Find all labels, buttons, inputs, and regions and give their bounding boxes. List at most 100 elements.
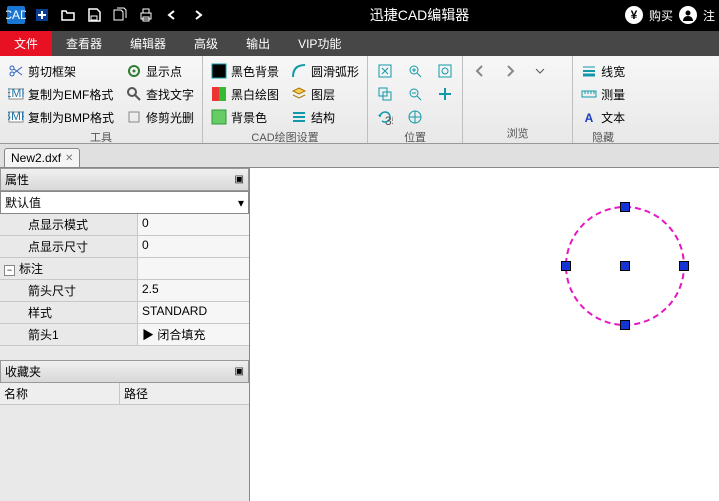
zoom-extents-icon: [377, 63, 393, 79]
svg-text:A: A: [585, 111, 594, 125]
hide-lineweight[interactable]: 线宽: [579, 60, 627, 82]
tool-show-points[interactable]: 显示点: [124, 60, 196, 82]
close-tab-icon[interactable]: ✕: [65, 153, 73, 164]
prop-label: 箭头1: [0, 324, 138, 345]
document-tab[interactable]: New2.dxf ✕: [4, 148, 80, 167]
bw-icon: [211, 86, 227, 102]
pos-btn-5[interactable]: [404, 83, 426, 105]
chevron-down-icon: [532, 63, 548, 79]
hide-measure[interactable]: 测量: [579, 83, 627, 105]
login-link[interactable]: 注: [703, 7, 715, 24]
properties-panel-header[interactable]: 属性 ▣: [0, 168, 249, 191]
lineweight-icon: [581, 63, 597, 79]
ribbon-group-hide-label: 隐藏: [579, 128, 627, 145]
prop-label: 点显示尺寸: [0, 236, 138, 257]
open-icon[interactable]: [56, 3, 80, 27]
svg-text:CAD: CAD: [6, 8, 26, 22]
svg-text:EMF: EMF: [8, 86, 24, 100]
collapse-icon[interactable]: −: [4, 265, 15, 276]
pos-btn-3[interactable]: 35: [374, 106, 396, 128]
undo-icon[interactable]: [160, 3, 184, 27]
drawing-canvas[interactable]: [250, 168, 719, 501]
buy-link[interactable]: 购买: [649, 7, 673, 24]
emf-icon: EMF: [8, 86, 24, 102]
grip-right[interactable]: [679, 261, 689, 271]
pin-icon[interactable]: ▣: [235, 366, 244, 377]
pos-btn-7[interactable]: [434, 60, 456, 82]
zoom-window-icon: [377, 86, 393, 102]
pos-btn-4[interactable]: [404, 60, 426, 82]
bgcolor-icon: [211, 109, 227, 125]
nav-dropdown[interactable]: [529, 60, 551, 82]
ribbon: 剪切框架 EMF复制为EMF格式 BMP复制为BMP格式 显示点 查找文字 修剪…: [0, 56, 719, 144]
tool-copy-emf[interactable]: EMF复制为EMF格式: [6, 83, 116, 105]
redo-icon[interactable]: [186, 3, 210, 27]
zoom-in-icon: [407, 63, 423, 79]
menu-file[interactable]: 文件: [0, 31, 52, 56]
cad-layers[interactable]: 图层: [289, 83, 361, 105]
nav-prev[interactable]: [469, 60, 491, 82]
properties-default-dropdown[interactable]: 默认值 ▾: [0, 191, 249, 214]
prop-value[interactable]: ▶ 闭合填充: [138, 324, 249, 345]
grip-bottom[interactable]: [620, 320, 630, 330]
tool-copy-bmp[interactable]: BMP复制为BMP格式: [6, 106, 116, 128]
tool-crop-frame[interactable]: 剪切框架: [6, 60, 116, 82]
fit-icon: [437, 63, 453, 79]
favorites-body: [0, 405, 249, 501]
prop-value[interactable]: 0: [138, 236, 249, 257]
favorites-col-name[interactable]: 名称: [0, 383, 120, 404]
menu-output[interactable]: 输出: [232, 31, 284, 56]
menu-viewer[interactable]: 查看器: [52, 31, 116, 56]
cad-structure[interactable]: 结构: [289, 106, 361, 128]
bmp-icon: BMP: [8, 109, 24, 125]
arc-icon: [291, 63, 307, 79]
menu-advanced[interactable]: 高级: [180, 31, 232, 56]
prop-label: 样式: [0, 302, 138, 323]
cad-bg-color[interactable]: 背景色: [209, 106, 281, 128]
currency-icon[interactable]: ¥: [625, 6, 643, 24]
menu-editor[interactable]: 编辑器: [116, 31, 180, 56]
layers-icon: [291, 86, 307, 102]
menubar: 文件 查看器 编辑器 高级 输出 VIP功能: [0, 30, 719, 56]
pos-btn-6[interactable]: [404, 106, 426, 128]
saveall-icon[interactable]: [108, 3, 132, 27]
favorites-col-path[interactable]: 路径: [120, 383, 152, 404]
pan-icon: [437, 86, 453, 102]
grip-top[interactable]: [620, 202, 630, 212]
tool-find-text[interactable]: 查找文字: [124, 83, 196, 105]
ribbon-group-tools-label: 工具: [6, 128, 196, 145]
ribbon-group-browse-label: 浏览: [469, 124, 566, 141]
prop-value[interactable]: STANDARD: [138, 302, 249, 323]
print-icon[interactable]: [134, 3, 158, 27]
grip-center[interactable]: [620, 261, 630, 271]
pos-btn-8[interactable]: [434, 83, 456, 105]
prop-label: 箭头尺寸: [0, 280, 138, 301]
favorites-panel-header[interactable]: 收藏夹 ▣: [0, 360, 249, 383]
arrow-right-icon: [502, 63, 518, 79]
user-icon[interactable]: [679, 6, 697, 24]
nav-next[interactable]: [499, 60, 521, 82]
new-icon[interactable]: [30, 3, 54, 27]
pin-icon[interactable]: ▣: [235, 174, 244, 185]
app-title: 迅捷CAD编辑器: [214, 5, 625, 25]
hide-text[interactable]: A文本: [579, 106, 627, 128]
prop-group[interactable]: −标注: [0, 258, 138, 279]
app-logo-icon: CAD: [4, 3, 28, 27]
pos-btn-9[interactable]: [434, 106, 456, 128]
tool-trim[interactable]: 修剪光删: [124, 106, 196, 128]
save-icon[interactable]: [82, 3, 106, 27]
pos-btn-1[interactable]: [374, 60, 396, 82]
grip-left[interactable]: [561, 261, 571, 271]
text-icon: A: [581, 109, 597, 125]
trim-icon: [126, 109, 142, 125]
rotate-icon: 35: [377, 109, 393, 125]
cad-black-bg[interactable]: 黑色背景: [209, 60, 281, 82]
prop-label: 点显示模式: [0, 214, 138, 235]
cad-bw-draw[interactable]: 黑白绘图: [209, 83, 281, 105]
pos-btn-2[interactable]: [374, 83, 396, 105]
scissors-icon: [8, 63, 24, 79]
cad-smooth-arc[interactable]: 圆滑弧形: [289, 60, 361, 82]
menu-vip[interactable]: VIP功能: [284, 31, 355, 56]
prop-value[interactable]: 2.5: [138, 280, 249, 301]
prop-value[interactable]: 0: [138, 214, 249, 235]
